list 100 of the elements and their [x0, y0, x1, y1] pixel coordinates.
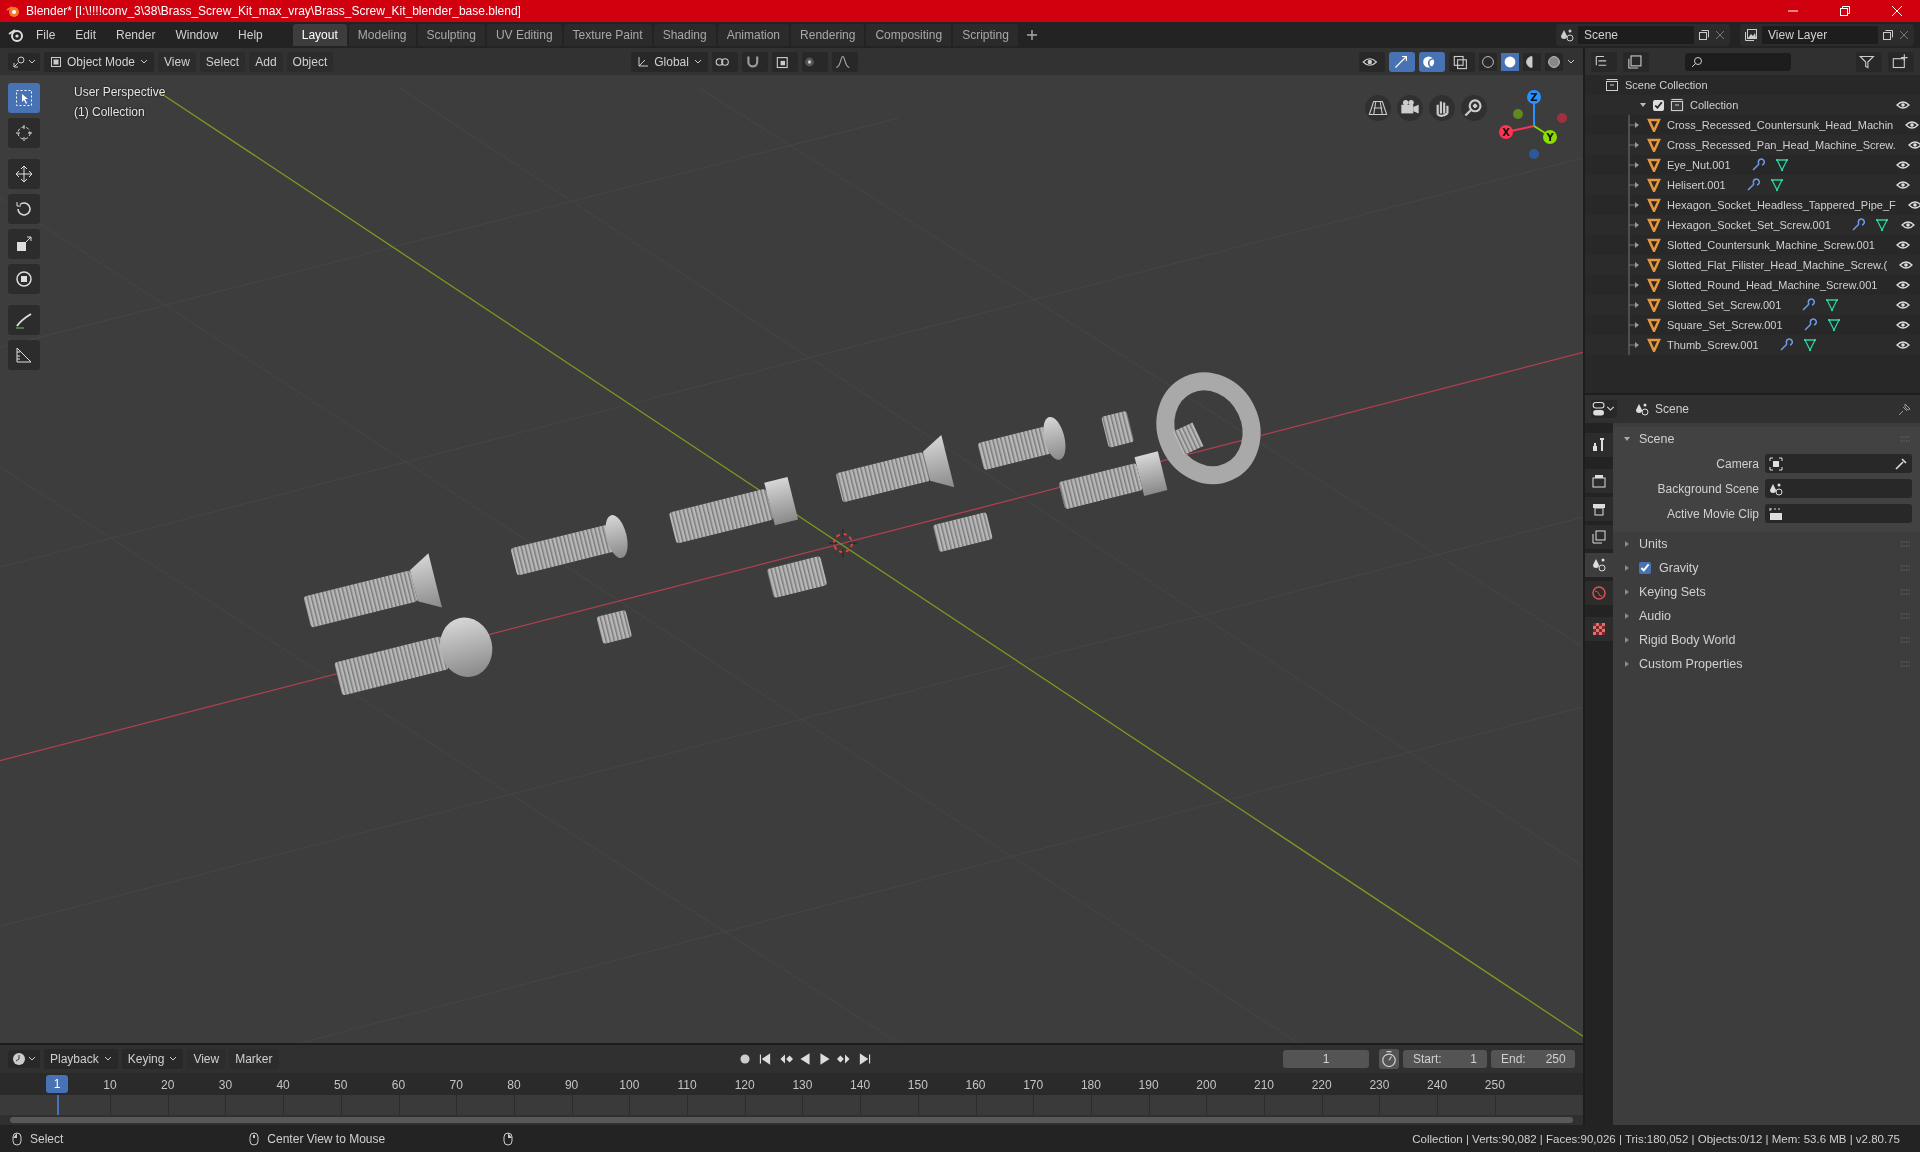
tool-button[interactable] [8, 340, 40, 370]
wrench-icon[interactable] [1801, 298, 1816, 312]
eye-icon[interactable] [1900, 220, 1915, 230]
blender-logo-icon[interactable] [8, 27, 24, 43]
checkbox[interactable] [1639, 562, 1651, 574]
tree-item[interactable]: Helisert.001 [1667, 179, 1726, 191]
wrench-icon[interactable] [1745, 178, 1760, 192]
menu-item[interactable]: File [28, 28, 64, 42]
search-field[interactable] [1685, 52, 1791, 71]
tree-item[interactable]: Collection [1690, 99, 1739, 111]
xray-icon[interactable] [1449, 51, 1475, 72]
eye-icon[interactable] [1896, 100, 1910, 110]
menu-item[interactable]: View [187, 1049, 226, 1070]
clock-icon[interactable] [12, 1052, 26, 1067]
caret-icon[interactable] [1567, 57, 1575, 66]
restore-icon[interactable] [1839, 5, 1851, 17]
tree-item[interactable]: Slotted_Set_Screw.001 [1667, 299, 1782, 311]
close-icon[interactable] [1714, 29, 1726, 41]
overlays-icon[interactable] [1419, 51, 1445, 72]
scrollbar[interactable] [10, 1117, 1573, 1124]
plus-icon[interactable] [1025, 29, 1038, 41]
tree-item[interactable]: Square_Set_Screw.001 [1667, 319, 1783, 331]
axis-handle[interactable] [1557, 113, 1567, 123]
scene-selector[interactable]: Scene [1556, 24, 1730, 46]
properties-tab[interactable] [1585, 433, 1613, 457]
mesh-data-icon[interactable] [1825, 298, 1840, 312]
eye-icon[interactable] [1896, 240, 1910, 250]
editor-type-icon[interactable] [1591, 400, 1617, 418]
shading-mode-icon[interactable] [1501, 52, 1519, 71]
drag-handle-icon[interactable] [1900, 565, 1912, 571]
tree-item[interactable]: Hexagon_Socket_Set_Screw.001 [1667, 219, 1831, 231]
workspace-tab[interactable]: UV Editing [486, 24, 562, 46]
magnet-icon[interactable] [741, 51, 768, 72]
tree-item[interactable]: Thumb_Screw.001 [1667, 339, 1759, 351]
falloff-curve-icon[interactable] [831, 51, 858, 72]
start-frame-field[interactable]: Start: 1 [1403, 1050, 1487, 1069]
tool-button[interactable] [8, 264, 40, 294]
orientation-dropdown[interactable]: Global [631, 51, 708, 72]
outliner-type-icon[interactable] [1591, 51, 1617, 72]
tool-button[interactable] [8, 194, 40, 224]
hand-icon[interactable] [1429, 95, 1455, 121]
stopwatch-icon[interactable] [1379, 1049, 1399, 1070]
copy-icon[interactable] [1698, 29, 1710, 41]
pivot-icon[interactable] [711, 51, 738, 72]
tree-item[interactable]: Hexagon_Socket_Headless_Tappered_Pipe_F [1667, 199, 1896, 211]
eyedropper-icon[interactable] [1894, 456, 1908, 471]
tree-item[interactable]: Scene Collection [1625, 79, 1708, 91]
new-collection-icon[interactable] [1888, 51, 1914, 72]
tool-button[interactable] [8, 159, 40, 189]
axis-handle[interactable] [1513, 109, 1523, 119]
tree-item[interactable]: Slotted_Round_Head_Machine_Screw.001 [1667, 279, 1878, 291]
eye-icon[interactable] [1896, 300, 1910, 310]
menu-item[interactable]: Help [230, 28, 271, 42]
filter-icon[interactable] [1856, 51, 1882, 72]
tool-button[interactable] [8, 118, 40, 148]
close-icon[interactable] [1898, 29, 1910, 41]
workspace-tab[interactable]: Compositing [866, 24, 952, 46]
tool-button[interactable] [8, 305, 40, 335]
menu-item[interactable]: Object [286, 51, 334, 72]
tool-button[interactable] [8, 229, 40, 259]
pin-icon[interactable] [1898, 402, 1912, 416]
drag-handle-icon[interactable] [1900, 589, 1912, 595]
camera-icon[interactable] [1397, 95, 1423, 121]
workspace-tab[interactable]: Texture Paint [563, 24, 652, 46]
disclosure-triangle-icon[interactable] [1639, 101, 1647, 109]
eye-icon[interactable] [1896, 340, 1910, 350]
properties-tab[interactable] [1585, 497, 1613, 521]
menu-item[interactable]: Playback [44, 1049, 118, 1070]
mode-dropdown[interactable]: Object Mode [44, 51, 155, 72]
eye-icon[interactable] [1896, 180, 1910, 190]
axis-handle[interactable] [1529, 149, 1539, 159]
playhead-frame[interactable]: 1 [46, 1075, 68, 1094]
end-frame-field[interactable]: End: 250 [1491, 1050, 1575, 1069]
object-field[interactable] [1765, 504, 1912, 523]
wrench-icon[interactable] [1850, 218, 1865, 232]
menu-item[interactable]: Keying [121, 1049, 184, 1070]
shading-mode-icon[interactable] [1479, 52, 1497, 71]
snap-target-icon[interactable] [771, 51, 798, 72]
mesh-data-icon[interactable] [1802, 338, 1817, 352]
workspace-tab[interactable]: Layout [292, 24, 347, 46]
menu-item[interactable]: Select [199, 51, 246, 72]
image-stack-icon[interactable] [1623, 51, 1649, 72]
menu-item[interactable]: Marker [229, 1049, 279, 1070]
tree-item[interactable]: Eye_Nut.001 [1667, 159, 1731, 171]
current-frame-field[interactable]: 1 [1283, 1050, 1369, 1069]
eye-icon[interactable] [1896, 320, 1910, 330]
checkbox[interactable] [1653, 99, 1664, 111]
copy-icon[interactable] [1882, 29, 1894, 41]
wrench-icon[interactable] [1750, 158, 1765, 172]
shading-mode-icon[interactable] [1523, 52, 1541, 71]
tree-item[interactable]: Cross_Recessed_Countersunk_Head_Machin [1667, 119, 1894, 131]
workspace-tab[interactable]: Rendering [791, 24, 865, 46]
shading-mode-icon[interactable] [1545, 52, 1563, 71]
eye-icon[interactable] [1907, 200, 1920, 210]
workspace-tab[interactable]: Shading [653, 24, 716, 46]
tree-item[interactable]: Slotted_Flat_Filister_Head_Machine_Screw.( [1667, 259, 1888, 271]
wrench-icon[interactable] [1802, 318, 1817, 332]
eye-icon[interactable] [1907, 140, 1920, 150]
drag-handle-icon[interactable] [1900, 613, 1912, 619]
drag-handle-icon[interactable] [1900, 541, 1912, 547]
